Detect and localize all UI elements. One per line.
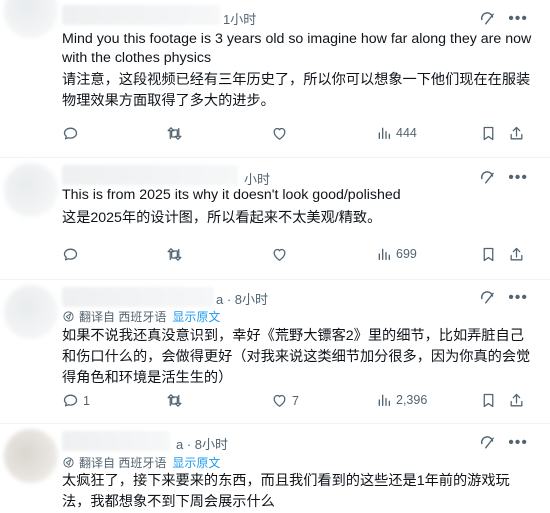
retweet-button[interactable] — [166, 125, 187, 142]
share-icon — [508, 392, 525, 409]
share-button[interactable] — [508, 392, 525, 409]
tweet-top-actions: ••• — [479, 169, 528, 186]
grok-icon[interactable] — [479, 434, 496, 451]
views-icon — [376, 392, 392, 408]
retweet-button[interactable] — [166, 246, 187, 263]
reply-feed: 1小时 ••• Mind you this footage is 3 years… — [0, 0, 550, 510]
tweet-top-actions: ••• — [479, 434, 528, 451]
more-icon[interactable]: ••• — [508, 289, 528, 305]
avatar[interactable] — [4, 163, 58, 217]
translation-notice: 翻译自 西班牙语 显示原文 — [62, 308, 220, 325]
tweet-top-actions: ••• — [479, 289, 528, 306]
reply-count: 1 — [83, 393, 90, 408]
translate-icon — [62, 310, 75, 323]
tweet[interactable]: 1小时 ••• Mind you this footage is 3 years… — [0, 0, 550, 158]
views-button[interactable]: 2,396 — [376, 392, 427, 408]
bookmark-button[interactable] — [480, 125, 497, 142]
like-button[interactable]: 7 — [271, 392, 299, 409]
tweet-time[interactable]: a · 8小时 — [176, 434, 228, 453]
tweet-text-translation: 太疯狂了，接下来要来的东西，而且我们看到的这些还是1年前的游戏玩法，我都想象不到… — [62, 473, 510, 510]
show-original-link[interactable]: 显示原文 — [172, 308, 220, 325]
author-name-redacted[interactable] — [62, 5, 220, 25]
views-button[interactable]: 444 — [376, 125, 417, 141]
tweet-text-translation: 这是2025年的设计图，所以看起来不太美观/精致。 — [62, 210, 382, 226]
translated-from-label: 翻译自 西班牙语 — [79, 310, 167, 324]
avatar[interactable] — [4, 0, 58, 38]
like-button[interactable] — [271, 246, 292, 263]
views-icon — [376, 125, 392, 141]
reply-button[interactable] — [62, 125, 83, 142]
tweet-actions: 699 — [62, 246, 528, 266]
tweet-time[interactable]: 1小时 — [223, 9, 256, 28]
tweet-top-actions: ••• — [479, 10, 528, 27]
reply-button[interactable] — [62, 246, 83, 263]
retweet-icon — [166, 392, 183, 409]
grok-icon[interactable] — [479, 289, 496, 306]
retweet-icon — [166, 246, 183, 263]
translate-icon — [62, 456, 75, 469]
more-icon[interactable]: ••• — [508, 434, 528, 450]
retweet-button[interactable] — [166, 392, 187, 409]
tweet[interactable]: a · 8小时 ••• 翻译自 西班牙语 显示原文 如果不说我还真没意识到，幸好… — [0, 279, 550, 424]
like-count: 7 — [292, 393, 299, 408]
like-icon — [271, 125, 288, 142]
tweet[interactable]: a · 8小时 ••• 翻译自 西班牙语 显示原文 太疯狂了，接下来要来的东西，… — [0, 423, 550, 510]
tweet-text-original: This is from 2025 its why it doesn't loo… — [62, 187, 401, 203]
retweet-icon — [166, 125, 183, 142]
tweet[interactable]: 小时 ••• This is from 2025 its why it does… — [0, 157, 550, 280]
views-button[interactable]: 699 — [376, 246, 417, 262]
share-button[interactable] — [508, 246, 525, 263]
like-icon — [271, 392, 288, 409]
bookmark-icon — [480, 125, 497, 142]
tweet-time[interactable]: a · 8小时 — [216, 289, 268, 308]
bookmark-button[interactable] — [480, 392, 497, 409]
share-button[interactable] — [508, 125, 525, 142]
like-button[interactable] — [271, 125, 292, 142]
view-count: 699 — [396, 247, 417, 261]
author-name-redacted[interactable] — [62, 431, 170, 451]
grok-icon[interactable] — [479, 10, 496, 27]
bookmark-button[interactable] — [480, 246, 497, 263]
translation-notice: 翻译自 西班牙语 显示原文 — [62, 454, 220, 471]
translated-from-label: 翻译自 西班牙语 — [79, 456, 167, 470]
bookmark-icon — [480, 246, 497, 263]
share-icon — [508, 125, 525, 142]
bookmark-icon — [480, 392, 497, 409]
reply-icon — [62, 392, 79, 409]
share-icon — [508, 246, 525, 263]
like-icon — [271, 246, 288, 263]
tweet-text-original: Mind you this footage is 3 years old so … — [62, 31, 532, 66]
author-name-redacted[interactable] — [62, 287, 214, 307]
views-icon — [376, 246, 392, 262]
show-original-link[interactable]: 显示原文 — [172, 454, 220, 471]
grok-icon[interactable] — [479, 169, 496, 186]
reply-icon — [62, 246, 79, 263]
reply-icon — [62, 125, 79, 142]
more-icon[interactable]: ••• — [508, 10, 528, 26]
author-name-redacted[interactable] — [62, 165, 238, 185]
avatar[interactable] — [4, 285, 58, 339]
reply-button[interactable]: 1 — [62, 392, 90, 409]
view-count: 444 — [396, 126, 417, 140]
tweet-text-translation: 请注意，这段视频已经有三年历史了，所以你可以想象一下他们现在在服装物理效果方面取… — [62, 72, 531, 109]
view-count: 2,396 — [396, 393, 428, 407]
avatar[interactable] — [4, 429, 58, 483]
tweet-actions: 444 — [62, 125, 528, 145]
tweet-actions: 1 7 2,396 — [62, 392, 528, 412]
more-icon[interactable]: ••• — [508, 169, 528, 185]
tweet-text-translation: 如果不说我还真没意识到，幸好《荒野大镖客2》里的细节，比如弄脏自己和伤口什么的，… — [62, 328, 531, 386]
